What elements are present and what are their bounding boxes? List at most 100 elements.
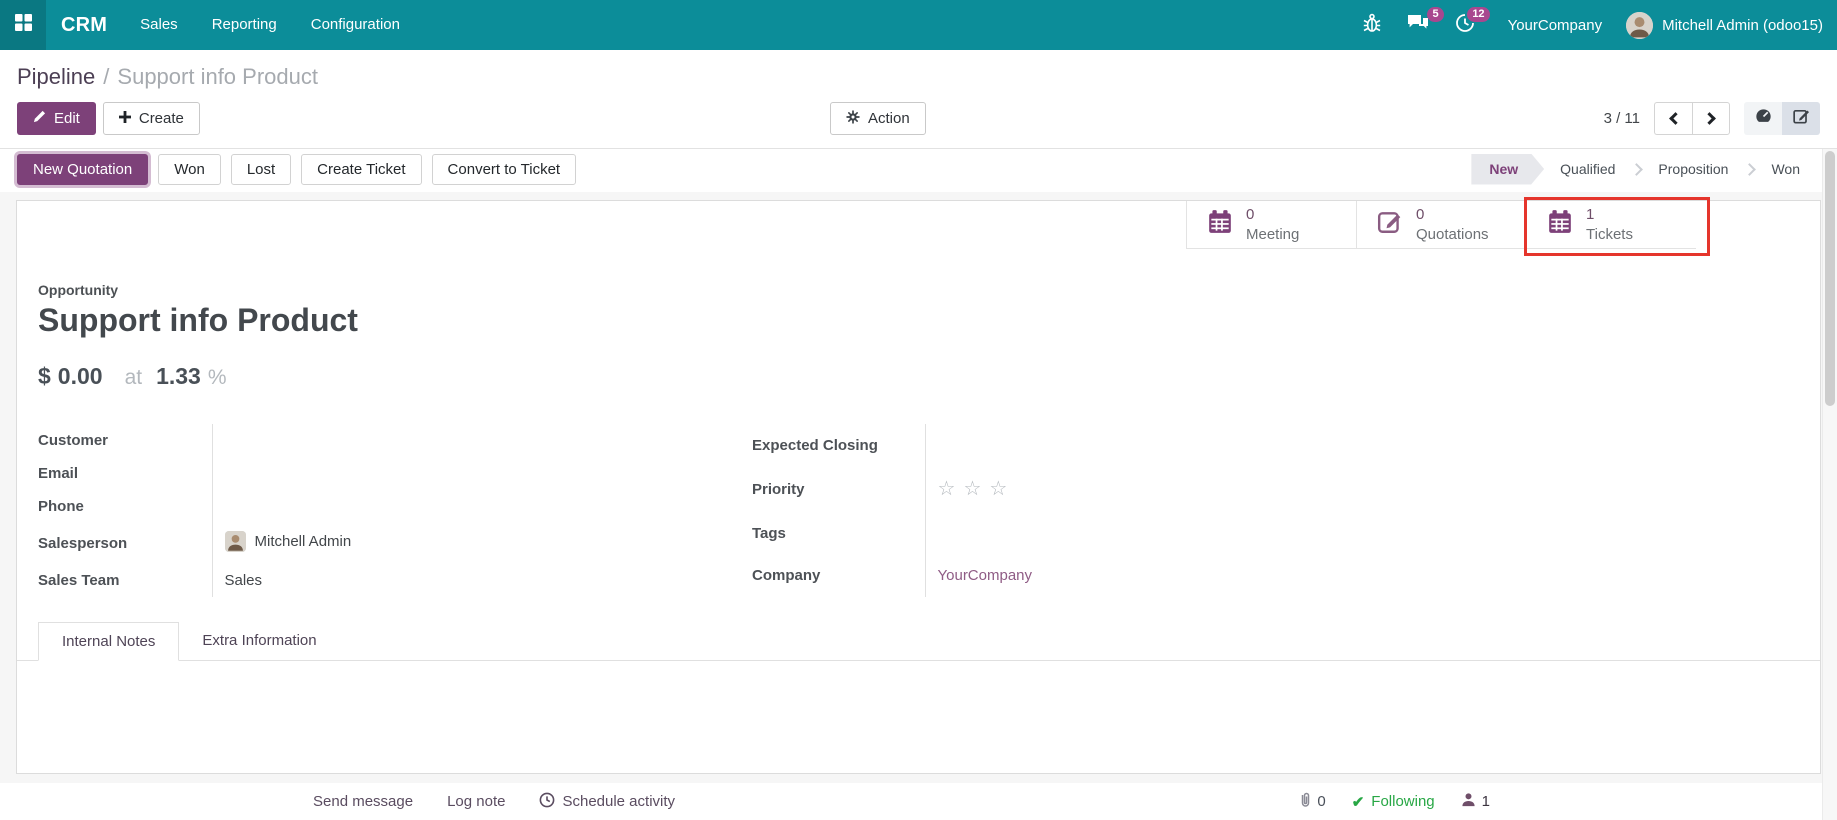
create-ticket-button[interactable]: Create Ticket <box>301 153 422 185</box>
email-field-value[interactable] <box>212 457 512 490</box>
pencil-icon <box>33 110 46 127</box>
dashboard-view-button[interactable] <box>1744 102 1782 135</box>
check-icon: ✔ <box>1351 793 1365 811</box>
expected-closing-field-label: Expected Closing <box>752 424 926 467</box>
currency-symbol: $ <box>38 363 51 389</box>
tags-field-value[interactable] <box>925 512 1225 554</box>
apps-menu-button[interactable] <box>0 0 46 50</box>
stat-text: 0 Meeting <box>1246 205 1299 244</box>
mark-lost-button[interactable]: Lost <box>230 153 292 185</box>
expected-revenue-value: 0.00 <box>57 363 103 389</box>
phone-field-label: Phone <box>38 490 213 523</box>
chatter-bar: Send message Log note Schedule activity … <box>0 783 1837 820</box>
user-menu[interactable]: Mitchell Admin (odoo15) <box>1626 11 1837 39</box>
sales-team-field-value[interactable]: Sales <box>212 564 512 597</box>
title-block: Opportunity Support info Product <box>38 282 1799 339</box>
form-content-area: 0 Meeting 0 Quotations 1 Tickets Opportu… <box>0 192 1837 783</box>
form-view-button[interactable] <box>1782 102 1820 135</box>
attachments-count: 0 <box>1317 793 1326 810</box>
pager-next-button[interactable] <box>1692 102 1730 135</box>
followers-count: 1 <box>1481 793 1490 810</box>
convert-to-ticket-button[interactable]: Convert to Ticket <box>431 153 577 185</box>
priority-field-label: Priority <box>752 466 926 513</box>
customer-field-value[interactable] <box>212 424 512 457</box>
pager-counter[interactable]: 3 / 11 <box>1604 110 1640 127</box>
view-switcher <box>1744 102 1820 135</box>
debug-menu-button[interactable] <box>1350 0 1394 50</box>
chatter-status: 0 ✔ Following 1 <box>1298 783 1490 820</box>
tickets-label: Tickets <box>1586 225 1633 243</box>
field-group-right: Expected Closing Priority ☆☆☆ Tags Compa… <box>752 424 1225 597</box>
calendar-icon <box>1547 209 1573 240</box>
company-field-label: Company <box>752 554 926 597</box>
activities-menu-button[interactable]: 12 <box>1442 0 1490 50</box>
mark-won-button[interactable]: Won <box>158 153 221 185</box>
user-avatar <box>1626 11 1654 39</box>
field-row-tags: Tags <box>752 512 1225 555</box>
edit-button[interactable]: Edit <box>17 102 96 135</box>
tickets-stat-button[interactable]: 1 Tickets <box>1524 197 1710 256</box>
send-message-button[interactable]: Send message <box>313 793 413 810</box>
edit-button-label: Edit <box>54 110 80 127</box>
followers-button[interactable]: 1 <box>1461 792 1490 811</box>
salesperson-widget[interactable]: Mitchell Admin <box>224 531 352 552</box>
internal-notes-content[interactable] <box>38 661 1799 766</box>
vertical-scrollbar <box>1822 149 1837 820</box>
phone-field-value[interactable] <box>212 490 512 523</box>
stage-new[interactable]: New <box>1471 154 1544 185</box>
field-group-left: Customer Email Phone Salesperson Mitchel… <box>38 424 512 597</box>
record-type-label: Opportunity <box>38 282 119 298</box>
clock-icon <box>539 792 555 812</box>
star-icon[interactable]: ☆ <box>963 478 989 500</box>
field-row-email: Email <box>38 457 512 490</box>
form-statusbar: New Quotation Won Lost Create Ticket Con… <box>0 148 1837 192</box>
salesperson-name: Mitchell Admin <box>254 533 352 550</box>
activities-count-badge: 12 <box>1467 7 1490 22</box>
log-note-button[interactable]: Log note <box>447 793 505 810</box>
messages-menu-button[interactable]: 5 <box>1394 0 1444 50</box>
quotations-stat-button[interactable]: 0 Quotations <box>1356 201 1526 248</box>
star-icon[interactable]: ☆ <box>989 478 1015 500</box>
control-panel-center: Action <box>830 102 926 135</box>
stat-button-box: 0 Meeting 0 Quotations 1 Tickets <box>17 197 1820 256</box>
tickets-count: 1 <box>1586 206 1595 223</box>
breadcrumb-pipeline-link[interactable]: Pipeline <box>17 64 95 89</box>
field-row-sales-team: Sales Team Sales <box>38 564 512 597</box>
stat-button-group: 0 Meeting 0 Quotations 1 Tickets <box>1186 197 1710 256</box>
stage-qualified[interactable]: Qualified <box>1544 154 1631 185</box>
new-quotation-button[interactable]: New Quotation <box>17 153 149 185</box>
salesperson-field-label: Salesperson <box>38 523 213 564</box>
percent-symbol: % <box>207 366 227 389</box>
pager-previous-button[interactable] <box>1654 102 1692 135</box>
scrollbar-thumb[interactable] <box>1825 151 1835 406</box>
following-toggle[interactable]: ✔ Following <box>1352 793 1435 811</box>
tab-extra-information[interactable]: Extra Information <box>179 622 339 661</box>
control-panel-buttons-row: Edit Create Action 3 / 11 <box>17 102 1820 135</box>
menu-reporting[interactable]: Reporting <box>195 0 294 50</box>
attachments-button[interactable]: 0 <box>1298 791 1326 812</box>
company-switcher[interactable]: YourCompany <box>1488 17 1627 34</box>
create-button[interactable]: Create <box>102 102 200 135</box>
app-name[interactable]: CRM <box>46 14 123 37</box>
breadcrumb-current: Support info Product <box>117 64 318 89</box>
stage-proposition[interactable]: Proposition <box>1642 154 1744 185</box>
chevron-right-icon <box>1703 112 1716 125</box>
tab-internal-notes[interactable]: Internal Notes <box>38 622 180 661</box>
schedule-activity-button[interactable]: Schedule activity <box>539 792 675 812</box>
apps-grid-icon <box>14 13 33 37</box>
action-menu-button[interactable]: Action <box>830 102 926 135</box>
priority-stars[interactable]: ☆☆☆ <box>938 478 1016 500</box>
meeting-count: 0 <box>1246 206 1255 223</box>
expected-closing-field-value[interactable] <box>925 424 1225 466</box>
gear-icon <box>846 109 860 128</box>
create-button-label: Create <box>138 110 184 127</box>
menu-configuration[interactable]: Configuration <box>294 0 417 50</box>
stage-chevron-icon <box>1743 162 1757 176</box>
page-title: Support info Product <box>38 302 358 338</box>
star-icon[interactable]: ☆ <box>938 478 964 500</box>
menu-sales[interactable]: Sales <box>123 0 195 50</box>
company-link[interactable]: YourCompany <box>938 567 1033 584</box>
stage-won[interactable]: Won <box>1755 154 1816 185</box>
edit-form-icon <box>1792 108 1810 129</box>
meeting-stat-button[interactable]: 0 Meeting <box>1186 201 1356 248</box>
